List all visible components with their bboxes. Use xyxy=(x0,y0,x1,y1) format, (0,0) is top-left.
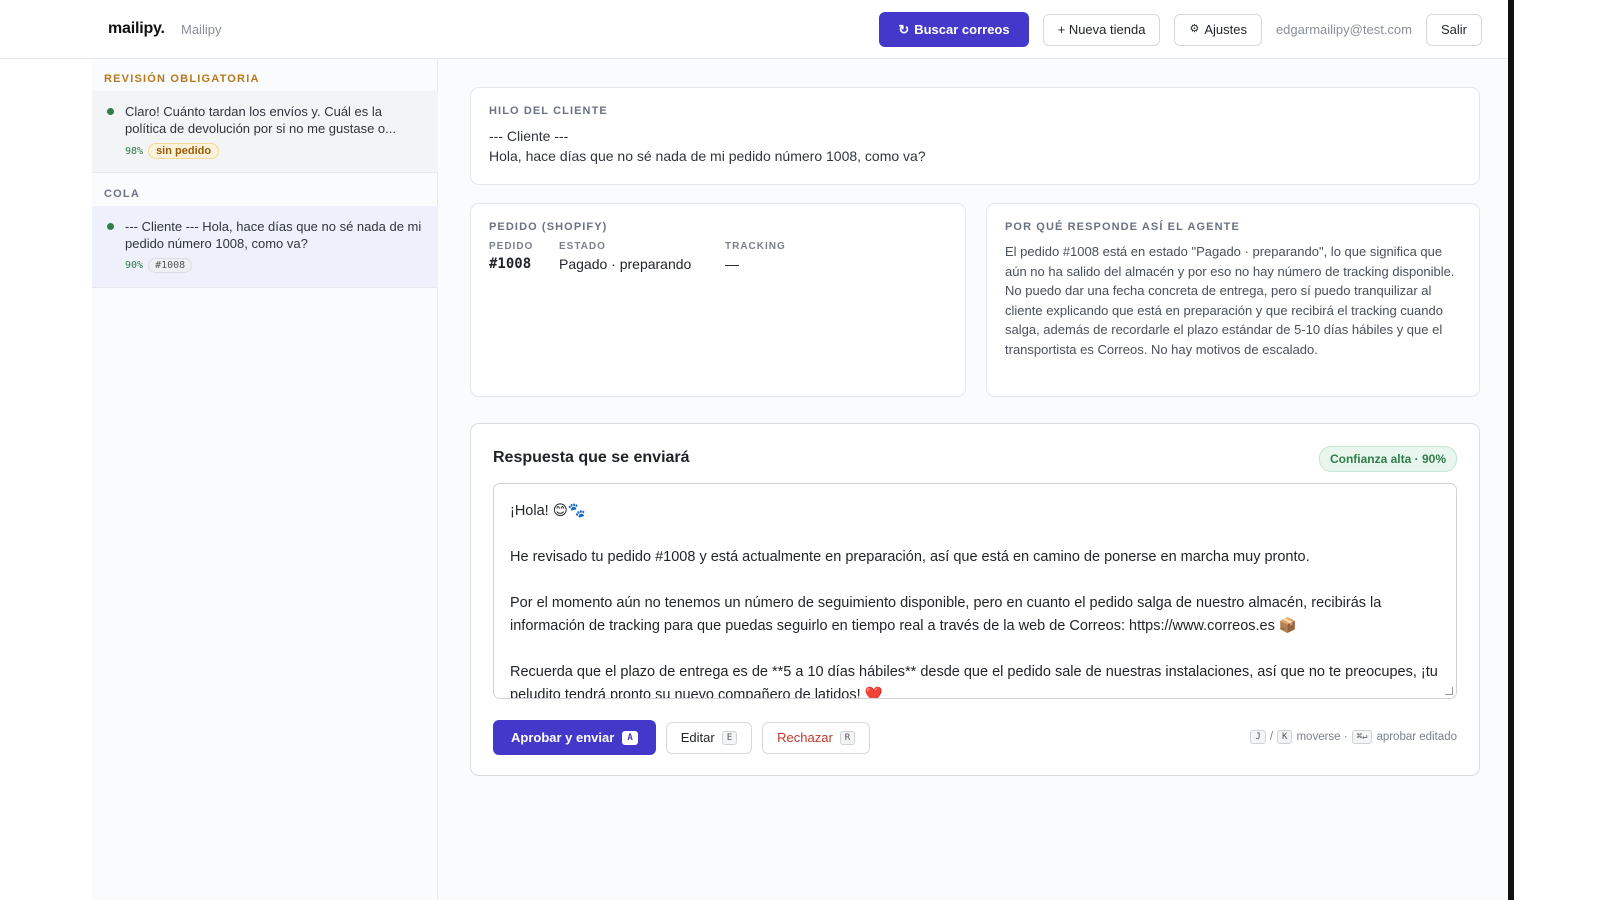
reply-editor[interactable]: ¡Hola! 😊🐾 He revisado tu pedido #1008 y … xyxy=(493,483,1457,699)
new-store-button[interactable]: + Nueva tienda xyxy=(1042,13,1161,46)
logout-button[interactable]: Salir xyxy=(1425,13,1482,46)
thread-line: Hola, hace días que no sé nada de mi ped… xyxy=(489,148,926,164)
order-status-label: ESTADO xyxy=(559,241,606,252)
tracking-field: TRACKING — xyxy=(725,241,786,272)
reply-title: Respuesta que se enviará xyxy=(493,449,690,466)
edit-button[interactable]: Editar E xyxy=(665,721,753,754)
customer-thread-card: HILO DEL CLIENTE --- Cliente --- Hola, h… xyxy=(470,87,1480,185)
reply-card: Respuesta que se enviará Confianza alta … xyxy=(470,423,1480,776)
reply-paragraph: Recuerda que el plazo de entrega es de *… xyxy=(510,664,1438,699)
agent-reasoning-card: POR QUÉ RESPONDE ASÍ EL AGENTE El pedido… xyxy=(986,203,1480,397)
settings-button[interactable]: ⚙ Ajustes xyxy=(1174,13,1262,46)
top-bar: mailipy. Mailipy ↻ Buscar correos + Nuev… xyxy=(0,0,1508,59)
logout-label: Salir xyxy=(1440,22,1467,37)
confidence-badge: Confianza alta · 90% xyxy=(1318,446,1457,472)
order-status-value: Pagado · preparando xyxy=(559,256,692,272)
settings-label: Ajustes xyxy=(1204,22,1247,37)
order-number-label: PEDIDO xyxy=(489,241,534,252)
reject-button[interactable]: Rechazar R xyxy=(762,721,871,754)
reject-label: Rechazar xyxy=(777,730,833,745)
thread-body: --- Cliente --- Hola, hace días que no s… xyxy=(489,126,1461,166)
list-item[interactable]: --- Cliente --- Hola, hace días que no s… xyxy=(92,206,438,288)
shortcut-key: J xyxy=(1250,730,1266,744)
thread-label: HILO DEL CLIENTE xyxy=(489,105,608,117)
edit-label: Editar xyxy=(680,730,715,745)
order-number-value: #1008 xyxy=(489,256,532,272)
review-section-title: REVISIÓN OBLIGATORIA xyxy=(104,73,260,85)
status-dot-icon xyxy=(107,108,114,115)
order-badge: #1008 xyxy=(148,258,193,273)
item-preview: --- Cliente --- Hola, hace días que no s… xyxy=(125,219,422,251)
confidence-value: 90% xyxy=(125,260,144,271)
shortcut-key: K xyxy=(1277,730,1293,744)
hint-text: aprobar editado xyxy=(1376,731,1457,743)
store-name: Mailipy xyxy=(181,22,222,37)
refresh-icon: ↻ xyxy=(898,22,910,37)
tracking-value: — xyxy=(725,256,739,272)
window-border xyxy=(1508,0,1514,900)
fetch-emails-button[interactable]: ↻ Buscar correos xyxy=(879,12,1029,47)
reply-paragraph: Por el momento aún no tenemos un número … xyxy=(510,595,1382,634)
order-status-field: ESTADO Pagado · preparando xyxy=(559,241,703,272)
brand-logo[interactable]: mailipy. xyxy=(108,20,165,38)
hint-separator: / xyxy=(1269,731,1274,743)
order-card-label: PEDIDO (SHOPIFY) xyxy=(489,221,608,233)
reasoning-label: POR QUÉ RESPONDE ASÍ EL AGENTE xyxy=(1005,221,1240,233)
app-window: mailipy. Mailipy ↻ Buscar correos + Nuev… xyxy=(0,0,1508,900)
inbox-sidebar: REVISIÓN OBLIGATORIA Claro! Cuánto tarda… xyxy=(92,59,438,900)
approve-send-button[interactable]: Aprobar y enviar A xyxy=(493,720,656,755)
gear-icon: ⚙ xyxy=(1189,23,1200,35)
status-badge: sin pedido xyxy=(148,143,220,159)
shortcut-key: A xyxy=(622,730,638,745)
fetch-emails-label: Buscar correos xyxy=(914,22,1010,37)
detail-panel: HILO DEL CLIENTE --- Cliente --- Hola, h… xyxy=(438,59,1508,900)
resize-handle-icon[interactable] xyxy=(1445,687,1453,695)
item-meta: 90% #1008 xyxy=(125,258,422,273)
shortcut-key: ⌘↵ xyxy=(1351,730,1373,744)
reply-actions: Aprobar y enviar A Editar E Rechazar R xyxy=(493,720,871,755)
list-item[interactable]: Claro! Cuánto tardan los envíos y. Cuál … xyxy=(92,91,438,173)
order-card: PEDIDO (SHOPIFY) PEDIDO #1008 ESTADO Pag… xyxy=(470,203,966,397)
item-meta: 98% sin pedido xyxy=(125,143,422,159)
header-actions: ↻ Buscar correos + Nueva tienda ⚙ Ajuste… xyxy=(879,12,1482,47)
approve-label: Aprobar y enviar xyxy=(511,730,615,745)
tracking-label: TRACKING xyxy=(725,241,786,252)
shortcut-key: R xyxy=(839,730,856,745)
shortcut-key: E xyxy=(721,730,738,745)
window-edge xyxy=(1508,0,1600,900)
keyboard-hints: J / K moverse · ⌘↵ aprobar editado xyxy=(1250,730,1457,744)
thread-line: --- Cliente --- xyxy=(489,128,569,144)
queue-section-title: COLA xyxy=(104,188,140,200)
reply-paragraph: He revisado tu pedido #1008 y está actua… xyxy=(510,549,1310,565)
reasoning-text: El pedido #1008 está en estado "Pagado ·… xyxy=(1005,244,1455,357)
confidence-value: 98% xyxy=(125,145,144,157)
status-dot-icon xyxy=(107,223,114,230)
new-store-label: + Nueva tienda xyxy=(1057,22,1146,37)
item-preview: Claro! Cuánto tardan los envíos y. Cuál … xyxy=(125,104,396,136)
order-fields: PEDIDO #1008 ESTADO Pagado · preparando … xyxy=(489,241,947,272)
order-number-field: PEDIDO #1008 xyxy=(489,241,537,272)
user-email: edgarmailipy@test.com xyxy=(1275,22,1412,37)
hint-text: moverse · xyxy=(1296,731,1348,743)
reply-paragraph: ¡Hola! 😊🐾 xyxy=(510,503,586,519)
